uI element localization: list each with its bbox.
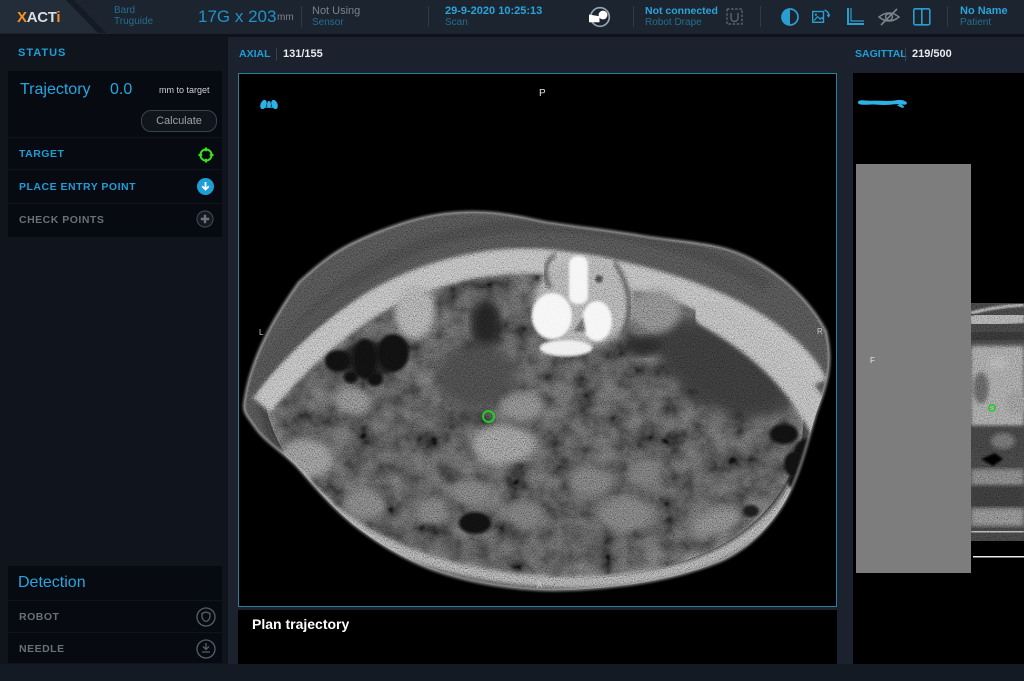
svg-text:F: F (870, 356, 875, 365)
svg-text:L: L (259, 328, 264, 337)
svg-text:R: R (817, 327, 823, 336)
svg-text:P: P (539, 88, 546, 99)
svg-text:A: A (537, 581, 543, 590)
